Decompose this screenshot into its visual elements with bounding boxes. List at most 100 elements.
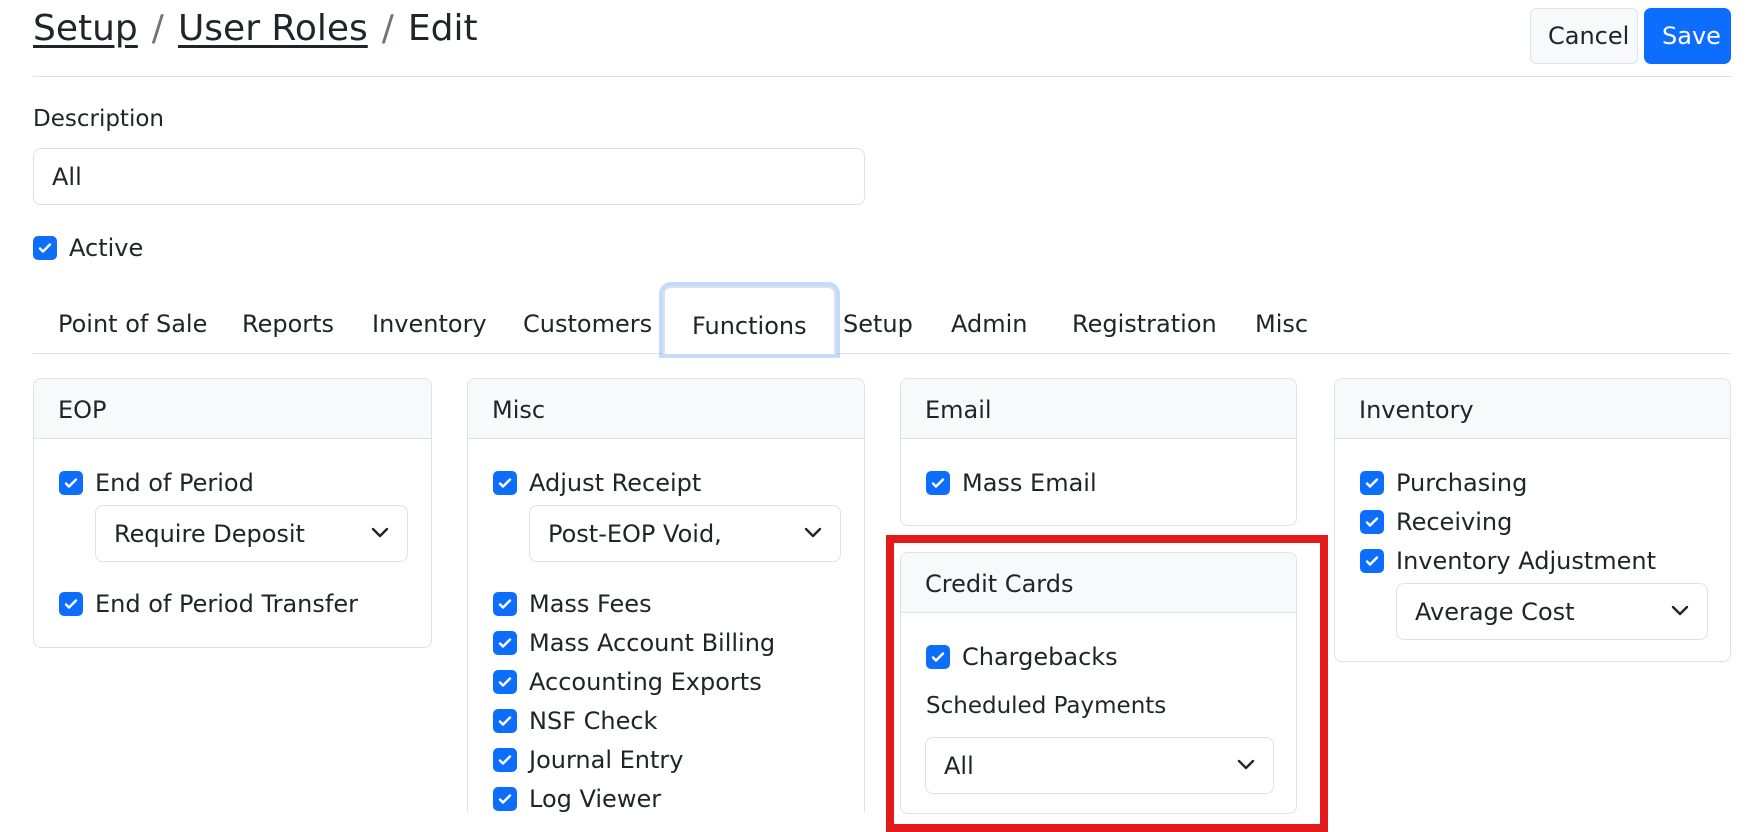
tab-customers[interactable]: Customers	[523, 286, 652, 354]
credit-cards-card-title: Credit Cards	[901, 553, 1296, 613]
tab-misc[interactable]: Misc	[1255, 286, 1308, 354]
check-icon	[498, 794, 512, 804]
chargebacks-label: Chargebacks	[962, 643, 1118, 671]
misc-item-mass-account-billing[interactable]: Mass Account Billing	[493, 629, 775, 657]
nsf-check-label: NSF Check	[529, 707, 658, 735]
description-label: Description	[33, 106, 164, 132]
purchasing-row[interactable]: Purchasing	[1360, 469, 1527, 497]
adjust-receipt-row[interactable]: Adjust Receipt	[493, 469, 701, 497]
receiving-row[interactable]: Receiving	[1360, 508, 1512, 536]
chargebacks-checkbox[interactable]	[926, 645, 950, 669]
check-icon	[498, 677, 512, 687]
check-icon	[498, 716, 512, 726]
adjust-receipt-select-value: Post-EOP Void,	[548, 520, 722, 548]
end-of-period-select[interactable]: Require Deposit	[95, 505, 408, 562]
adjust-receipt-label: Adjust Receipt	[529, 469, 702, 497]
eop-card: EOP End of Period Require Deposit End of…	[33, 378, 432, 648]
breadcrumb-user-roles-link[interactable]: User Roles	[178, 8, 368, 49]
purchasing-label: Purchasing	[1396, 469, 1528, 497]
eop-card-title: EOP	[34, 379, 431, 439]
misc-item-journal-entry[interactable]: Journal Entry	[493, 746, 684, 774]
mass-fees-label: Mass Fees	[529, 590, 652, 618]
receiving-checkbox[interactable]	[1360, 510, 1384, 534]
page-header: Setup / User Roles / Edit Cancel Save	[33, 0, 1731, 77]
inventory-adjustment-select-value: Average Cost	[1415, 598, 1575, 626]
purchasing-checkbox[interactable]	[1360, 471, 1384, 495]
check-icon	[498, 755, 512, 765]
active-checkbox-row[interactable]: Active	[33, 234, 143, 262]
accounting-exports-label: Accounting Exports	[529, 668, 762, 696]
check-icon	[498, 599, 512, 609]
chargebacks-row[interactable]: Chargebacks	[926, 643, 1118, 671]
scheduled-payments-select[interactable]: All	[925, 737, 1274, 794]
chevron-down-icon	[371, 527, 389, 538]
mass-account-billing-label: Mass Account Billing	[529, 629, 776, 657]
misc-item-accounting-exports[interactable]: Accounting Exports	[493, 668, 762, 696]
inventory-card-title: Inventory	[1335, 379, 1730, 439]
check-icon	[1365, 517, 1379, 527]
end-of-period-transfer-checkbox[interactable]	[59, 592, 83, 616]
breadcrumb-current: Edit	[407, 8, 478, 49]
tab-point-of-sale[interactable]: Point of Sale	[58, 286, 207, 354]
inventory-adjustment-row[interactable]: Inventory Adjustment	[1360, 547, 1656, 575]
tab-setup[interactable]: Setup	[843, 286, 913, 354]
chevron-down-icon	[1237, 759, 1255, 770]
cancel-button[interactable]: Cancel	[1530, 8, 1638, 64]
mass-email-checkbox[interactable]	[926, 471, 950, 495]
scheduled-payments-select-value: All	[944, 752, 974, 780]
check-icon	[498, 638, 512, 648]
email-card: Email Mass Email	[900, 378, 1297, 526]
misc-item-nsf-check[interactable]: NSF Check	[493, 707, 657, 735]
credit-cards-card: Credit Cards Chargebacks Scheduled Payme…	[900, 552, 1297, 814]
misc-card-title: Misc	[468, 379, 864, 439]
end-of-period-row[interactable]: End of Period	[59, 469, 254, 497]
mass-email-row[interactable]: Mass Email	[926, 469, 1097, 497]
check-icon	[931, 652, 945, 662]
receiving-label: Receiving	[1396, 508, 1513, 536]
inventory-adjustment-label: Inventory Adjustment	[1396, 547, 1657, 575]
inventory-adjustment-checkbox[interactable]	[1360, 549, 1384, 573]
misc-item-log-viewer[interactable]: Log Viewer	[493, 785, 661, 813]
tab-functions[interactable]: Functions	[663, 286, 836, 354]
breadcrumb: Setup / User Roles / Edit	[33, 8, 478, 49]
check-icon	[1365, 478, 1379, 488]
tab-registration[interactable]: Registration	[1072, 286, 1217, 354]
adjust-receipt-select[interactable]: Post-EOP Void,	[529, 505, 841, 562]
tab-admin[interactable]: Admin	[951, 286, 1028, 354]
adjust-receipt-checkbox[interactable]	[493, 471, 517, 495]
mass-account-billing-checkbox[interactable]	[493, 631, 517, 655]
check-icon	[931, 478, 945, 488]
mass-email-label: Mass Email	[962, 469, 1097, 497]
inventory-adjustment-select[interactable]: Average Cost	[1396, 583, 1708, 640]
end-of-period-select-value: Require Deposit	[114, 520, 305, 548]
tab-reports[interactable]: Reports	[242, 286, 334, 354]
end-of-period-checkbox[interactable]	[59, 471, 83, 495]
active-checkbox[interactable]	[33, 236, 57, 260]
end-of-period-transfer-label: End of Period Transfer	[95, 590, 358, 618]
misc-item-mass-fees[interactable]: Mass Fees	[493, 590, 652, 618]
check-icon	[64, 478, 78, 488]
check-icon	[38, 243, 52, 253]
chevron-down-icon	[804, 527, 822, 538]
scroll-cutoff	[440, 812, 880, 832]
tab-bar: Point of Sale Reports Inventory Customer…	[33, 286, 1731, 354]
breadcrumb-separator: /	[381, 8, 394, 49]
accounting-exports-checkbox[interactable]	[493, 670, 517, 694]
description-input[interactable]	[33, 148, 865, 205]
end-of-period-label: End of Period	[95, 469, 254, 497]
email-card-title: Email	[901, 379, 1296, 439]
nsf-check-checkbox[interactable]	[493, 709, 517, 733]
end-of-period-transfer-row[interactable]: End of Period Transfer	[59, 590, 358, 618]
mass-fees-checkbox[interactable]	[493, 592, 517, 616]
check-icon	[64, 599, 78, 609]
check-icon	[498, 478, 512, 488]
breadcrumb-setup-link[interactable]: Setup	[33, 8, 138, 49]
journal-entry-label: Journal Entry	[529, 746, 684, 774]
check-icon	[1365, 556, 1379, 566]
misc-card: Misc Adjust Receipt Post-EOP Void, Mass …	[467, 378, 865, 832]
save-button[interactable]: Save	[1644, 8, 1731, 64]
log-viewer-checkbox[interactable]	[493, 787, 517, 811]
journal-entry-checkbox[interactable]	[493, 748, 517, 772]
tab-inventory[interactable]: Inventory	[372, 286, 487, 354]
breadcrumb-separator: /	[151, 8, 164, 49]
